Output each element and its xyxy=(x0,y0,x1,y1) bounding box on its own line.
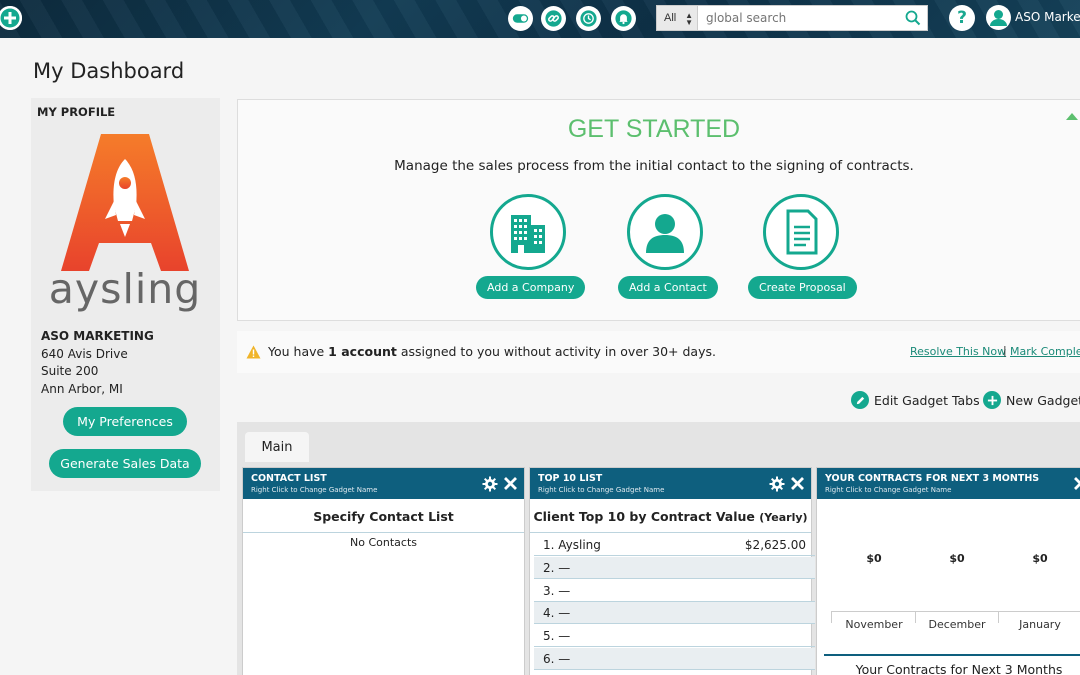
gear-icon[interactable] xyxy=(482,476,498,492)
search-scope-select[interactable]: All ▲ ▼ xyxy=(656,5,698,31)
document-icon[interactable] xyxy=(763,194,839,270)
bar-value-january: $0 xyxy=(1032,552,1048,565)
caption-period: (Yearly) xyxy=(759,511,808,524)
gadget-title: TOP 10 LIST xyxy=(538,473,603,484)
alert-prefix: You have xyxy=(268,344,329,359)
row-label: 1. Aysling xyxy=(543,537,601,552)
gadget-header: CONTACT LIST Right Click to Change Gadge… xyxy=(243,468,524,499)
contracts-gadget: YOUR CONTRACTS FOR NEXT 3 MONTHS Right C… xyxy=(816,467,1080,675)
search-input[interactable] xyxy=(698,5,928,31)
search-icon[interactable] xyxy=(904,9,922,27)
search-scope-value: All xyxy=(664,12,677,24)
get-started-subtitle: Manage the sales process from the initia… xyxy=(394,158,914,174)
gadget-header: TOP 10 LIST Right Click to Change Gadget… xyxy=(530,468,811,499)
bell-icon[interactable] xyxy=(611,6,636,31)
generate-sales-data-button[interactable]: Generate Sales Data xyxy=(49,449,201,478)
row-value: $2,625.00 xyxy=(744,537,806,552)
add-company-button[interactable]: Add a Company xyxy=(476,276,586,299)
new-gadget-label: New Gadget xyxy=(1006,392,1080,408)
company-logo: aysling xyxy=(39,131,211,316)
resolve-now-link[interactable]: Resolve This Now xyxy=(910,345,1006,358)
empty-state: No Contacts xyxy=(350,536,417,549)
caption-text: Client Top 10 by Contract Value xyxy=(533,509,755,524)
person-icon[interactable] xyxy=(627,194,703,270)
gadget-subtitle: Right Click to Change Gadget Name xyxy=(538,486,665,494)
gear-icon[interactable] xyxy=(769,476,785,492)
create-proposal-button[interactable]: Create Proposal xyxy=(748,276,857,299)
global-search: All ▲ ▼ xyxy=(656,5,928,31)
axis-tick xyxy=(998,611,999,623)
gadget-header: YOUR CONTRACTS FOR NEXT 3 MONTHS Right C… xyxy=(817,468,1080,499)
toggle-icon[interactable] xyxy=(508,6,533,31)
tab-main[interactable]: Main xyxy=(245,432,309,462)
plus-icon xyxy=(983,391,1001,409)
table-row[interactable]: 2. — xyxy=(534,557,815,579)
page-title: My Dashboard xyxy=(33,59,185,83)
top10-gadget: TOP 10 LIST Right Click to Change Gadget… xyxy=(529,467,815,675)
table-row[interactable]: 6. — xyxy=(534,648,815,670)
gadget-subtitle: Right Click to Change Gadget Name xyxy=(251,486,378,494)
gadget-title: YOUR CONTRACTS FOR NEXT 3 MONTHS xyxy=(825,473,1040,484)
month-label-january: January xyxy=(1019,618,1061,631)
close-icon[interactable] xyxy=(790,476,805,491)
add-contact-button[interactable]: Add a Contact xyxy=(618,276,718,299)
gadget-caption: Client Top 10 by Contract Value (Yearly) xyxy=(530,499,811,533)
warning-icon xyxy=(246,344,261,359)
my-preferences-button[interactable]: My Preferences xyxy=(63,407,187,436)
company-name: ASO MARKETING xyxy=(41,329,154,343)
logo-text: aysling xyxy=(48,265,202,313)
collapse-icon[interactable] xyxy=(1066,113,1078,120)
row-label: 5. — xyxy=(543,628,571,643)
address-line-1: 640 Avis Drive xyxy=(41,346,128,361)
link-icon[interactable] xyxy=(541,6,566,31)
help-icon[interactable]: ? xyxy=(949,5,975,31)
gadget-caption: Specify Contact List xyxy=(243,499,524,533)
bar-value-november: $0 xyxy=(866,552,882,565)
mark-complete-link[interactable]: Mark Complete xyxy=(1010,345,1080,358)
user-avatar-icon[interactable] xyxy=(986,5,1011,30)
select-arrows-icon: ▲ ▼ xyxy=(685,11,693,27)
axis-tick xyxy=(831,611,832,623)
contact-list-gadget: CONTACT LIST Right Click to Change Gadge… xyxy=(242,467,525,675)
alert-suffix: assigned to you without activity in over… xyxy=(396,344,716,359)
table-row[interactable]: 5. — xyxy=(534,625,815,647)
alert-text: You have 1 account assigned to you witho… xyxy=(268,344,716,359)
pencil-icon xyxy=(851,391,869,409)
alert-separator: | xyxy=(1003,344,1007,357)
month-label-november: November xyxy=(845,618,903,631)
row-label: 6. — xyxy=(543,651,571,666)
month-label-december: December xyxy=(928,618,986,631)
row-label: 3. — xyxy=(543,583,571,598)
profile-heading: MY PROFILE xyxy=(37,105,116,119)
history-icon[interactable] xyxy=(576,6,601,31)
axis-tick xyxy=(915,611,916,623)
building-icon[interactable] xyxy=(490,194,566,270)
add-icon[interactable] xyxy=(0,6,22,30)
new-gadget-button[interactable]: New Gadget xyxy=(983,391,1080,409)
gadget-title: CONTACT LIST xyxy=(251,473,327,484)
row-label: 4. — xyxy=(543,605,571,620)
profile-panel: MY PROFILE aysling ASO MARKETING 640 Avi… xyxy=(31,98,220,491)
close-icon[interactable] xyxy=(503,476,518,491)
address-line-2: Suite 200 xyxy=(41,364,99,378)
contracts-caption: Your Contracts for Next 3 Months xyxy=(824,654,1080,675)
table-row[interactable]: 3. — xyxy=(534,580,815,602)
inactivity-alert: You have 1 account assigned to you witho… xyxy=(237,331,1080,373)
profile-address: ASO MARKETING 640 Avis Drive Suite 200 A… xyxy=(41,328,154,398)
edit-gadget-tabs-button[interactable]: Edit Gadget Tabs xyxy=(851,391,980,409)
get-started-title: GET STARTED xyxy=(567,115,741,143)
bar-value-december: $0 xyxy=(949,552,965,565)
close-icon[interactable] xyxy=(1073,476,1080,491)
table-row[interactable]: 4. — xyxy=(534,602,815,624)
address-city: Ann Arbor, MI xyxy=(41,381,123,396)
table-row[interactable]: 1. Aysling $2,625.00 xyxy=(534,534,815,556)
get-started-panel: GET STARTED Manage the sales process fro… xyxy=(237,99,1080,321)
row-label: 2. — xyxy=(543,560,571,575)
chart-axis xyxy=(831,611,1080,612)
user-name[interactable]: ASO Marketing xyxy=(1015,10,1080,24)
alert-count: 1 account xyxy=(328,344,397,359)
gadget-subtitle: Right Click to Change Gadget Name xyxy=(825,486,952,494)
edit-gadget-tabs-label: Edit Gadget Tabs xyxy=(874,392,980,408)
